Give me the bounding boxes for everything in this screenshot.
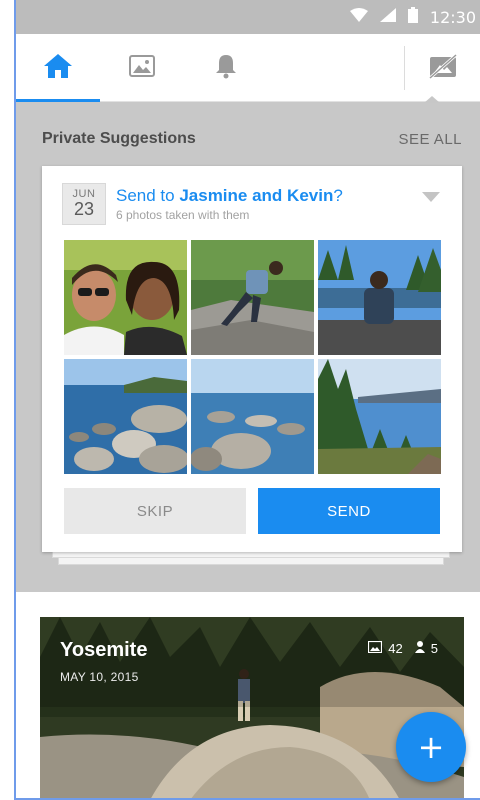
see-all-link[interactable]: SEE ALL: [398, 131, 462, 148]
photo-thumbnail[interactable]: [64, 359, 187, 474]
card-title: Send to Jasmine and Kevin?: [116, 186, 343, 206]
card-title-suffix: ?: [333, 186, 343, 205]
signal-icon: [379, 7, 396, 27]
send-button[interactable]: SEND: [258, 488, 440, 534]
date-day: 23: [73, 199, 95, 219]
app-screen: 12:30 Private Suggestions SEE ALL JUN 23…: [0, 0, 480, 800]
tab-home[interactable]: [16, 34, 100, 102]
card-title-prefix: Send to: [116, 186, 180, 205]
window-edge: [14, 0, 16, 800]
nav-divider: [404, 46, 405, 90]
card-title-names: Jasmine and Kevin: [179, 186, 334, 205]
home-icon: [43, 53, 73, 84]
share-off-icon: [428, 53, 458, 84]
suggestion-card: JUN 23 Send to Jasmine and Kevin? 6 phot…: [42, 166, 462, 552]
status-time: 12:30: [429, 7, 476, 27]
album-title: Yosemite: [60, 639, 148, 661]
bell-icon: [214, 53, 238, 84]
image-count-icon: [368, 640, 383, 656]
add-fab-button[interactable]: +: [396, 712, 466, 782]
skip-button[interactable]: SKIP: [64, 488, 246, 534]
photo-thumbnail[interactable]: [191, 240, 314, 355]
photo-grid: [64, 240, 441, 474]
date-badge: JUN 23: [62, 183, 106, 225]
tab-photos[interactable]: [100, 34, 184, 102]
person-icon: [414, 641, 425, 656]
card-menu-icon[interactable]: [422, 192, 440, 202]
share-caret: [424, 96, 440, 103]
tab-notifications[interactable]: [184, 34, 268, 102]
album-card[interactable]: Yosemite MAY 10, 2015 42 5: [40, 617, 464, 800]
photo-thumbnail[interactable]: [191, 359, 314, 474]
wifi-icon: [349, 7, 368, 27]
card-subtitle: 6 photos taken with them: [116, 208, 250, 222]
photo-thumbnail[interactable]: [64, 240, 187, 355]
suggestions-header: Private Suggestions SEE ALL: [42, 130, 462, 150]
battery-icon: [407, 6, 418, 28]
tab-share-off[interactable]: [406, 34, 480, 102]
status-bar: 12:30: [16, 0, 480, 34]
album-date: MAY 10, 2015: [60, 670, 139, 684]
photo-thumbnail[interactable]: [318, 240, 441, 355]
photos-icon: [129, 54, 155, 82]
section-title: Private Suggestions: [42, 130, 196, 147]
album-people-count: 5: [430, 641, 438, 656]
album-stats: 42 5: [368, 640, 438, 656]
top-navigation: [16, 34, 480, 102]
album-photo-count: 42: [388, 641, 403, 656]
plus-icon: +: [417, 728, 445, 766]
photo-thumbnail[interactable]: [318, 359, 441, 474]
